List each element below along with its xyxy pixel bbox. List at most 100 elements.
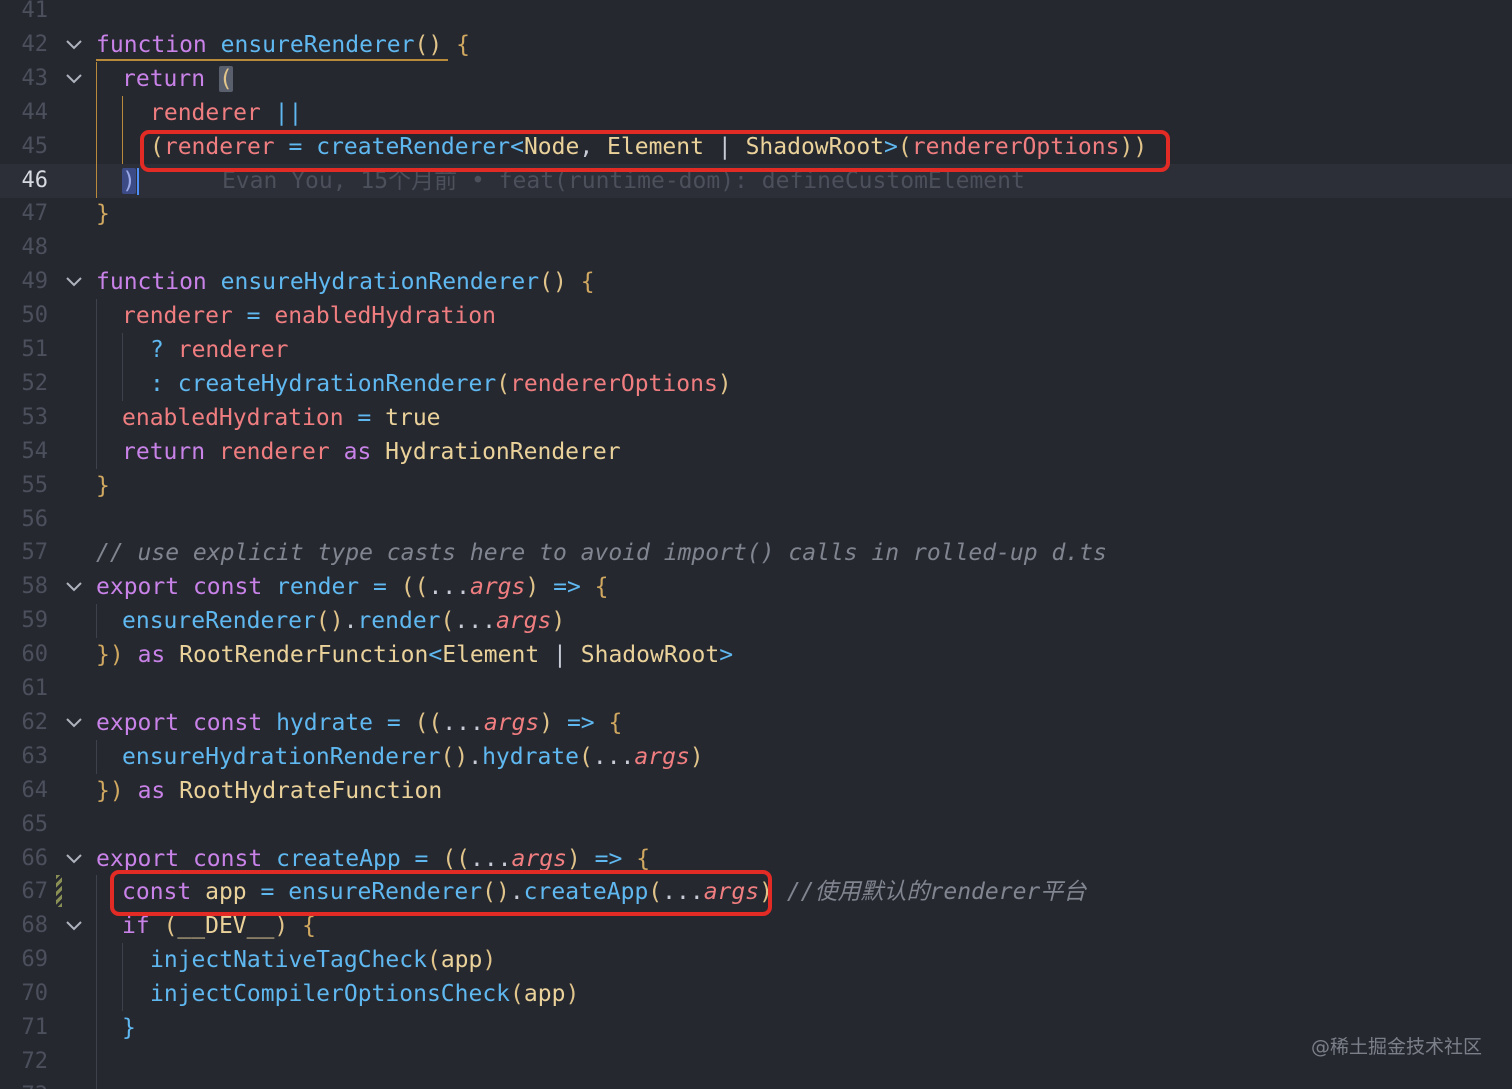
code-line[interactable]: 50 renderer = enabledHydration	[0, 299, 1512, 334]
code-text[interactable]: function ensureHydrationRenderer() {	[96, 265, 595, 299]
line-number[interactable]: 60	[0, 638, 49, 672]
code-line[interactable]: 53 enabledHydration = true	[0, 400, 1512, 435]
code-line[interactable]: 42 function ensureRenderer() {	[0, 28, 1512, 62]
indent-guide	[96, 909, 97, 944]
code-text[interactable]: ? renderer	[150, 333, 289, 367]
code-line[interactable]: 72	[0, 1044, 1512, 1079]
code-token: =	[246, 303, 261, 330]
line-number[interactable]: 45	[0, 130, 49, 164]
line-number[interactable]: 41	[0, 0, 49, 28]
code-line[interactable]: 52 : createHydrationRenderer(rendererOpti…	[0, 366, 1512, 401]
code-line[interactable]: 51 ? renderer	[0, 333, 1512, 367]
line-number[interactable]: 50	[0, 299, 49, 333]
code-line[interactable]: 61	[0, 672, 1512, 706]
line-number[interactable]: 64	[0, 774, 49, 808]
code-text[interactable]: renderer = enabledHydration	[122, 299, 496, 333]
code-text[interactable]: }	[122, 1011, 136, 1045]
code-line[interactable]: 41	[0, 0, 1512, 28]
code-text[interactable]: export const hydrate = ((...args) => {	[96, 706, 622, 740]
code-text[interactable]: }	[96, 197, 110, 231]
fold-chevron-icon[interactable]	[66, 37, 82, 53]
code-line[interactable]: 59 ensureRenderer().render(...args)	[0, 604, 1512, 639]
line-number[interactable]: 69	[0, 943, 49, 977]
code-token: render	[357, 608, 441, 635]
code-text[interactable]: }) as RootRenderFunction<Element | Shado…	[96, 638, 733, 672]
code-line[interactable]: 56	[0, 503, 1512, 537]
line-number[interactable]: 66	[0, 842, 49, 876]
line-number[interactable]: 42	[0, 28, 49, 62]
line-number[interactable]: 51	[0, 333, 49, 367]
line-number[interactable]: 72	[0, 1045, 49, 1079]
fold-chevron-icon[interactable]	[66, 851, 82, 867]
line-number[interactable]: 65	[0, 808, 49, 842]
code-text[interactable]: // use explicit type casts here to avoid…	[96, 536, 1107, 570]
code-text[interactable]: export const render = ((...args) => {	[96, 570, 609, 604]
code-text[interactable]: return renderer as HydrationRenderer	[122, 435, 621, 469]
fold-chevron-icon[interactable]	[66, 918, 82, 934]
code-line[interactable]: 57 // use explicit type casts here to avo…	[0, 536, 1512, 570]
code-line[interactable]: 47}	[0, 197, 1512, 231]
code-line[interactable]: 60 }) as RootRenderFunction<Element | Sha…	[0, 638, 1512, 672]
code-line[interactable]: 62 export const hydrate = ((...args) => {	[0, 706, 1512, 740]
line-number[interactable]: 70	[0, 977, 49, 1011]
fold-chevron-icon[interactable]	[66, 274, 82, 290]
code-text[interactable]: }	[96, 469, 110, 503]
line-number[interactable]: 54	[0, 435, 49, 469]
line-number[interactable]: 57	[0, 536, 49, 570]
code-editor[interactable]: 737271}70injectCompilerOptionsCheck(app)…	[0, 0, 1512, 1089]
line-number[interactable]: 63	[0, 740, 49, 774]
indent-guide	[122, 943, 123, 978]
code-text[interactable]: function ensureRenderer() {	[96, 28, 470, 62]
code-text[interactable]: return (	[122, 62, 233, 96]
line-number[interactable]: 59	[0, 604, 49, 638]
code-text[interactable]: injectNativeTagCheck(app)	[150, 943, 496, 977]
line-number[interactable]: 73	[0, 1079, 49, 1089]
code-text[interactable]: ensureRenderer().render(...args)	[122, 604, 565, 638]
code-token: injectNativeTagCheck	[150, 947, 427, 974]
line-number[interactable]: 43	[0, 62, 49, 96]
code-token: createHydrationRenderer	[177, 370, 497, 397]
line-number[interactable]: 67	[0, 875, 49, 909]
line-number[interactable]: 52	[0, 367, 49, 401]
code-text[interactable]: injectCompilerOptionsCheck(app)	[150, 977, 579, 1011]
code-line[interactable]: 55}	[0, 469, 1512, 503]
code-line[interactable]: 58 export const render = ((...args) => {	[0, 570, 1512, 604]
code-line[interactable]: 69 injectNativeTagCheck(app)	[0, 943, 1512, 978]
code-line[interactable]: 43 return (	[0, 61, 1512, 96]
line-number[interactable]: 61	[0, 672, 49, 706]
line-number[interactable]: 47	[0, 197, 49, 231]
line-number[interactable]: 68	[0, 909, 49, 943]
code-line[interactable]: 49 function ensureHydrationRenderer() {	[0, 265, 1512, 299]
line-number[interactable]: 49	[0, 265, 49, 299]
fold-chevron-icon[interactable]	[66, 579, 82, 595]
line-number[interactable]: 58	[0, 570, 49, 604]
line-number[interactable]: 48	[0, 231, 49, 265]
highlight-box-create-app	[110, 870, 772, 916]
line-number[interactable]: 44	[0, 96, 49, 130]
line-number[interactable]: 71	[0, 1011, 49, 1045]
code-text[interactable]: : createHydrationRenderer(rendererOption…	[150, 367, 732, 401]
code-line[interactable]: 63 ensureHydrationRenderer().hydrate(...a…	[0, 739, 1512, 774]
line-number[interactable]: 53	[0, 401, 49, 435]
code-text[interactable]: ensureHydrationRenderer().hydrate(...arg…	[122, 740, 704, 774]
line-number[interactable]: 46	[0, 164, 49, 198]
code-line[interactable]: 65	[0, 808, 1512, 842]
code-line[interactable]: 73	[0, 1078, 1512, 1089]
code-line[interactable]: 70 injectCompilerOptionsCheck(app)	[0, 977, 1512, 1012]
line-number[interactable]: 62	[0, 706, 49, 740]
code-text[interactable]: enabledHydration = true	[122, 401, 441, 435]
code-line[interactable]: 64 }) as RootHydrateFunction	[0, 774, 1512, 808]
code-line[interactable]: 44 renderer ||	[0, 95, 1512, 130]
code-line[interactable]: 71}	[0, 1011, 1512, 1045]
code-text[interactable]: }) as RootHydrateFunction	[96, 774, 442, 808]
line-number[interactable]: 55	[0, 469, 49, 503]
code-text[interactable]: renderer ||	[150, 96, 302, 130]
code-line[interactable]: 54 return renderer as HydrationRenderer	[0, 434, 1512, 469]
fold-chevron-icon[interactable]	[66, 71, 82, 87]
code-line[interactable]: 48	[0, 231, 1512, 265]
fold-chevron-icon[interactable]	[66, 715, 82, 731]
line-number[interactable]: 56	[0, 503, 49, 537]
